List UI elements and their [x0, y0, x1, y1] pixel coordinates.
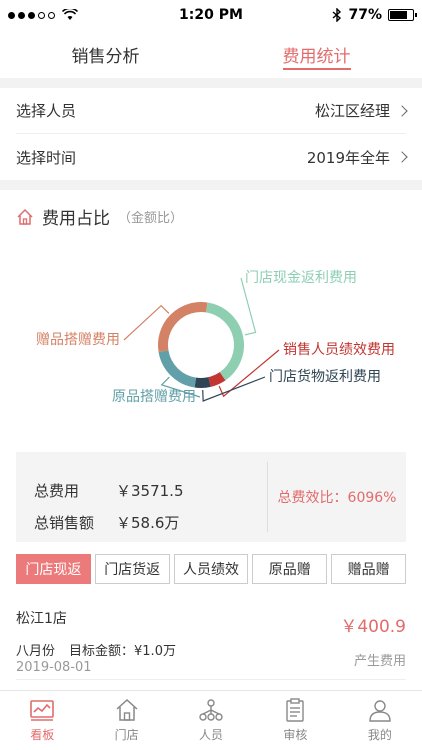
- tab-profile[interactable]: 我的: [338, 691, 422, 750]
- home-icon: [116, 698, 138, 721]
- person-label: 选择人员: [16, 102, 77, 120]
- tab-sales-analysis[interactable]: 销售分析: [0, 30, 211, 78]
- slice-label: 门店货物返利费用: [269, 368, 381, 385]
- tab-label: 销售分析: [71, 46, 140, 67]
- person-selector[interactable]: 选择人员 松江区经理: [16, 88, 408, 134]
- section-title: 费用占比 （金额比）: [16, 204, 183, 229]
- battery-fill: [390, 11, 407, 19]
- expense-chart-card: 费用占比 （金额比） 门店现金返利费用销售人员绩效费用门店货物返利费用原品搭赠费…: [0, 190, 422, 690]
- total-sales-value: ￥58.6万: [116, 513, 180, 532]
- total-sales-label: 总销售额: [34, 513, 95, 532]
- tab-label: 人员: [199, 728, 224, 742]
- bluetooth-icon: [333, 8, 342, 22]
- slice-label: 门店现金返利费用: [245, 270, 357, 286]
- store-amount: ￥400.9: [340, 617, 406, 637]
- store-name: 松江1店: [16, 611, 67, 627]
- label-leader-line: [240, 277, 257, 336]
- tab-label: 门店: [114, 728, 139, 742]
- chip-staff-performance[interactable]: 人员绩效: [173, 554, 249, 584]
- store-target: 目标金额：¥1.0万: [69, 644, 176, 659]
- store-month: 八月份: [16, 644, 56, 659]
- signal-dot: [18, 11, 25, 19]
- battery-percent: 77%: [348, 7, 382, 23]
- chip-gift-item[interactable]: 赠品赠: [331, 554, 406, 584]
- slice-label: 原品搭赠费用: [112, 389, 196, 405]
- top-tabs: 销售分析 费用统计: [0, 30, 422, 78]
- chevron-right-icon: [396, 151, 408, 163]
- house-icon: [17, 208, 33, 225]
- time-label: 选择时间: [16, 148, 77, 167]
- tab-label: 审核: [283, 728, 308, 742]
- list-item[interactable]: 松江1店 ￥400.9 八月份 目标金额：¥1.0万 2019-08-01 产生…: [16, 600, 406, 680]
- time-selector[interactable]: 选择时间 2019年全年: [16, 134, 408, 180]
- chip-original-gift[interactable]: 原品赠: [252, 554, 328, 584]
- signal-dot: [8, 11, 15, 19]
- signal-dot: [48, 11, 55, 19]
- chip-store-goods-rebate[interactable]: 门店货返: [94, 554, 170, 584]
- donut-slice[interactable]: [194, 377, 211, 388]
- signal-dot: [28, 11, 35, 19]
- slice-label: 销售人员绩效费用: [283, 342, 395, 358]
- tab-store[interactable]: 门店: [84, 691, 168, 750]
- chip-store-cash-rebate[interactable]: 门店现返: [16, 554, 91, 584]
- donut-slice[interactable]: [158, 302, 208, 353]
- section-subtitle: （金额比）: [118, 211, 184, 226]
- battery-icon: [388, 9, 417, 21]
- tab-label: 看板: [30, 728, 55, 742]
- slice-label: 赠品搭赠费用: [36, 332, 120, 348]
- expense-donut-chart: 门店现金返利费用销售人员绩效费用门店货物返利费用原品搭赠费用 赠品搭赠费用: [36, 270, 395, 405]
- expense-type-filter: 门店现返 门店货返 人员绩效 原品赠 赠品赠: [16, 554, 406, 584]
- chevron-right-icon: [396, 104, 408, 117]
- expense-ratio: 总费效比：6096%: [277, 490, 397, 506]
- donut-slice[interactable]: [205, 302, 244, 381]
- person-value: 松江区经理: [314, 102, 390, 120]
- people-icon: [199, 699, 223, 721]
- bottom-tab-bar: 看板 门店 人员 审核 我的: [0, 690, 422, 750]
- clipboard-icon: [286, 698, 305, 722]
- tab-dashboard[interactable]: 看板: [0, 691, 84, 750]
- tab-label: 费用统计: [282, 46, 351, 67]
- summary-panel: 总费用 ￥3571.5 总销售额 ￥58.6万 总费效比：6096%: [16, 452, 406, 542]
- total-expense-value: ￥3571.5: [116, 481, 184, 500]
- wifi-icon: [62, 9, 78, 20]
- signal-dot: [38, 11, 45, 19]
- tab-review[interactable]: 审核: [253, 691, 337, 750]
- tab-expense-stats[interactable]: 费用统计: [211, 30, 422, 78]
- time-value: 2019年全年: [306, 148, 390, 167]
- store-date: 2019-08-01: [16, 660, 92, 675]
- tab-staff[interactable]: 人员: [169, 691, 253, 750]
- dashboard-icon: [30, 700, 55, 721]
- section-title-text: 费用占比: [42, 209, 110, 229]
- user-icon: [369, 700, 391, 722]
- status-bar: 1:20 PM 77%: [0, 0, 422, 30]
- filter-panel: 选择人员 松江区经理 选择时间 2019年全年: [0, 88, 422, 180]
- donut-slice[interactable]: [208, 372, 226, 387]
- total-expense-label: 总费用: [34, 481, 80, 500]
- store-note: 产生费用: [353, 654, 406, 669]
- tab-label: 我的: [367, 728, 392, 742]
- signal-indicator: [8, 9, 148, 21]
- status-time: 1:20 PM: [179, 7, 243, 23]
